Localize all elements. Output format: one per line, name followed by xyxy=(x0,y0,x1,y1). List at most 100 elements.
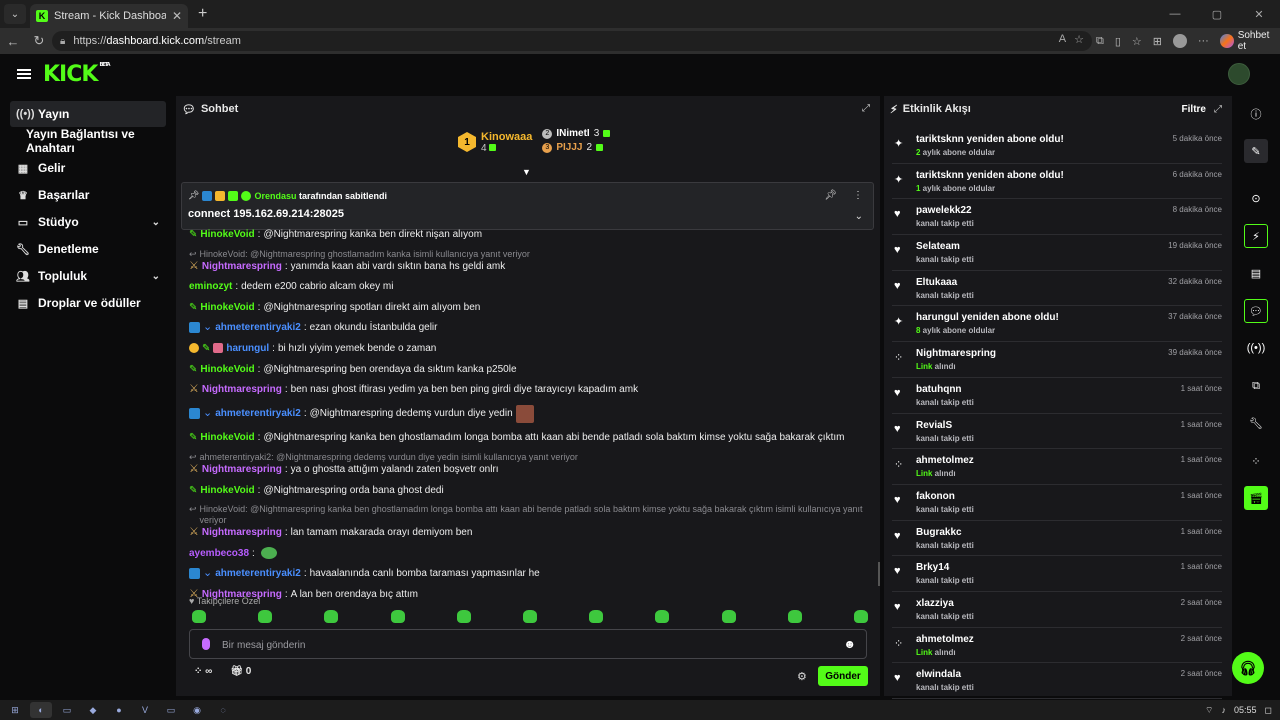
help-headset-button[interactable]: 🎧︎ xyxy=(1232,652,1264,684)
emote-icon[interactable] xyxy=(192,610,206,623)
layout-icon[interactable]: ⧉ xyxy=(1244,374,1268,398)
app-icon[interactable]: ◌ xyxy=(212,702,234,718)
extensions-icon[interactable]: ⧉ xyxy=(1096,35,1104,48)
explorer-icon[interactable]: ▭ xyxy=(56,702,78,718)
profile-avatar[interactable] xyxy=(1173,34,1187,48)
chat-username[interactable]: HinokeVoid xyxy=(200,363,254,376)
activity-event[interactable]: ♥ batuhqnn kanalı takip etti 1 saat önce xyxy=(892,378,1222,414)
notes-icon[interactable]: ▤ xyxy=(1244,261,1268,285)
unpin-icon[interactable]: 📌︎ xyxy=(824,190,837,201)
chat-username[interactable]: HinokeVoid xyxy=(200,431,254,444)
activity-event[interactable]: ♥ RevialS kanalı takip etti 1 saat önce xyxy=(892,414,1222,450)
hamburger-menu-icon[interactable] xyxy=(17,69,31,79)
close-tab-icon[interactable]: ✕ xyxy=(172,9,182,23)
emote-icon[interactable] xyxy=(853,610,868,623)
chevron-down-icon[interactable]: ⌄ xyxy=(152,271,160,282)
chevron-down-icon[interactable]: ⌄ xyxy=(855,211,863,222)
reload-icon[interactable]: ↻ xyxy=(26,33,52,49)
chat-username[interactable]: Nightmarespring xyxy=(202,383,282,396)
url-field[interactable]: 🔒︎ https://dashboard.kick.com/stream A ☆ xyxy=(52,31,1092,51)
activity-event[interactable]: ♥ fakonon kanalı takip etti 1 saat önce xyxy=(892,485,1222,521)
sidebar-item-yayin[interactable]: ((•)) Yayın xyxy=(10,101,166,127)
split-screen-icon[interactable]: ▯ xyxy=(1115,35,1121,48)
close-window-icon[interactable]: ✕ xyxy=(1238,0,1280,28)
minimize-icon[interactable]: — xyxy=(1154,0,1196,28)
more-menu-icon[interactable]: ··· xyxy=(1198,35,1209,47)
sidebar-item-studyo[interactable]: ▭ Stüdyo ⌄ xyxy=(10,209,166,235)
tab-list-icon[interactable]: ⌄ xyxy=(4,4,26,24)
chat-username[interactable]: ahmeterentiryaki2 xyxy=(215,407,301,420)
drops-icon[interactable]: ⁘ xyxy=(1244,449,1268,473)
edit-icon[interactable]: ✎ xyxy=(1244,139,1268,163)
app-icon[interactable]: ● xyxy=(108,702,130,718)
app-icon[interactable]: ◆ xyxy=(82,702,104,718)
kicks-button[interactable]: ⁘ ∞ xyxy=(194,666,212,677)
activity-event[interactable]: ♥ pawelekk22 kanalı takip etti 8 dakika önc… xyxy=(892,199,1222,236)
activity-event[interactable]: ♥ Selateam kanalı takip etti 19 dakika önce xyxy=(892,235,1222,271)
popout-icon[interactable]: ⤢ xyxy=(1214,104,1222,115)
chat-username[interactable]: HinokeVoid xyxy=(200,228,254,241)
copilot-button[interactable]: Sohbet et xyxy=(1219,30,1280,52)
pinned-by-user[interactable]: Orendasu xyxy=(254,191,296,201)
sidebar-item-topluluk[interactable]: 👥︎ Topluluk ⌄ xyxy=(10,263,166,289)
wrench-icon[interactable]: 🔧︎ xyxy=(1244,411,1268,435)
reply-context[interactable]: ↩ HinokeVoid: @Nightmarespring ghostlamad… xyxy=(189,249,869,260)
microphone-icon[interactable] xyxy=(202,638,210,650)
emote-icon[interactable] xyxy=(324,610,339,623)
app-icon[interactable]: ▭ xyxy=(160,702,182,718)
chat-scrollbar[interactable] xyxy=(878,562,880,586)
kick-logo[interactable]: KICK BETA xyxy=(43,62,111,87)
notification-icon[interactable]: ◻ xyxy=(1265,705,1272,716)
clapperboard-icon[interactable]: 🎬︎ xyxy=(1244,486,1268,510)
start-icon[interactable]: ⊞ xyxy=(4,702,26,718)
gift-button[interactable]: 🎁︎ 0 xyxy=(230,666,251,677)
sidebar-item-denetleme[interactable]: 🔧︎ Denetleme xyxy=(10,236,166,262)
activity-feed-icon[interactable]: ⚡︎ xyxy=(1244,224,1268,248)
activity-event[interactable]: ✦ tariktsknn yeniden abone oldu! 1 aylık a… xyxy=(892,164,1222,200)
emote-icon[interactable] xyxy=(655,610,670,623)
activity-event[interactable]: ⁘ Nightmarespring Link alındı 39 dakika önc… xyxy=(892,342,1222,378)
reply-context[interactable]: ↩ ahmeterentiryaki2: @Nightmarespring ded… xyxy=(189,452,869,463)
filter-button[interactable]: Filtre xyxy=(1182,104,1206,115)
browser-tab[interactable]: K Stream - Kick Dashboard ✕ xyxy=(30,4,188,28)
chat-username[interactable]: ahmeterentiryaki2 xyxy=(215,321,301,334)
activity-event[interactable]: ♥ xlazziya kanalı takip etti 2 saat önce xyxy=(892,592,1222,628)
lock-icon[interactable]: 🔒︎ xyxy=(60,36,65,47)
top-gifter-third[interactable]: 3 PIJJJ 2 xyxy=(542,142,610,153)
chat-message-input[interactable] xyxy=(222,636,822,654)
volume-icon[interactable]: ♪ xyxy=(1221,705,1226,715)
wifi-icon[interactable]: ⌔ xyxy=(1205,705,1213,716)
activity-event[interactable]: ♥ Eltukaaa kanalı takip etti 32 dakika önce xyxy=(892,271,1222,307)
top-gifter-second[interactable]: 2 INimetI 3 xyxy=(542,128,611,139)
top-gifter-first[interactable]: 1 Kinowaaa 4 xyxy=(458,128,532,156)
chat-username[interactable]: HinokeVoid xyxy=(200,301,254,314)
activity-event[interactable]: ♥ elwindala kanalı takip etti 2 saat önce xyxy=(892,663,1222,699)
activity-event[interactable]: ♥ Bugrakkc kanalı takip etti 1 saat önce xyxy=(892,521,1222,557)
chat-username[interactable]: Nightmarespring xyxy=(202,526,282,539)
emote-icon[interactable] xyxy=(456,610,471,623)
target-icon[interactable]: ⊙ xyxy=(1244,186,1268,210)
chat-username[interactable]: ayembeco38 xyxy=(189,547,249,560)
new-tab-icon[interactable]: + xyxy=(198,5,207,23)
collections-icon[interactable]: ⊞ xyxy=(1153,35,1162,48)
activity-event[interactable]: ⁘ ahmetolmez Link alındı 1 saat önce xyxy=(892,449,1222,485)
sidebar-item-gelir[interactable]: ▦ Gelir xyxy=(10,155,166,181)
steam-icon[interactable]: ◉ xyxy=(186,702,208,718)
sidebar-item-droplar[interactable]: ▤ Droplar ve ödüller xyxy=(10,290,166,316)
send-button[interactable]: Gönder xyxy=(818,666,868,686)
emote-icon[interactable] xyxy=(589,610,604,623)
sidebar-item-basarilar[interactable]: ♛ Başarılar xyxy=(10,182,166,208)
popout-icon[interactable]: ⤢ xyxy=(862,103,870,114)
back-icon[interactable]: ← xyxy=(0,34,26,49)
info-icon[interactable]: ⓘ xyxy=(1244,102,1268,126)
more-options-icon[interactable]: ⋮ xyxy=(853,190,863,201)
favorites-icon[interactable]: ☆ xyxy=(1132,35,1142,48)
emote-icon[interactable] xyxy=(721,610,736,623)
chat-username[interactable]: HinokeVoid xyxy=(200,484,254,497)
activity-event[interactable]: ♥ Brky14 kanalı takip etti 1 saat önce xyxy=(892,556,1222,592)
sidebar-item-stream-key[interactable]: Yayın Bağlantısı ve Anahtarı xyxy=(10,127,166,155)
chat-settings-icon[interactable]: ⚙ xyxy=(797,670,807,683)
read-aloud-icon[interactable]: A xyxy=(1059,33,1066,46)
edge-icon[interactable]: ◐ xyxy=(30,702,52,718)
chat-username[interactable]: ahmeterentiryaki2 xyxy=(215,567,301,580)
